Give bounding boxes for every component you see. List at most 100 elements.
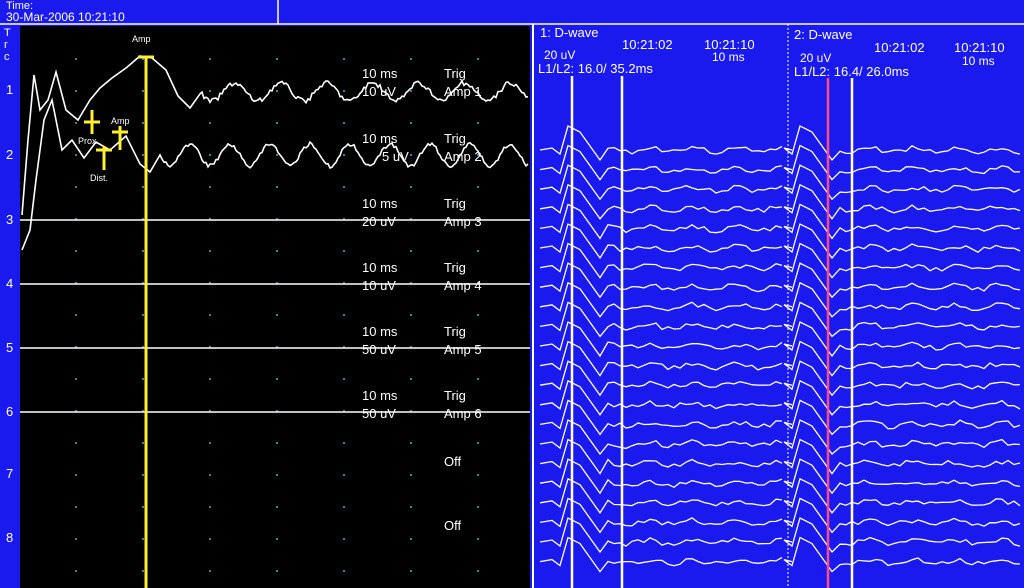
trace-number: 7	[6, 466, 13, 481]
grid-dot	[343, 378, 345, 380]
channel-gain: 10 uV	[362, 278, 396, 293]
grid-dot	[410, 154, 412, 156]
grid-dot	[75, 570, 77, 572]
panel-1-sweep	[539, 242, 783, 279]
grid-dot	[410, 378, 412, 380]
panel-2-sweep	[783, 321, 1021, 358]
channel-name: Amp 4	[444, 278, 482, 293]
trace-number: 4	[6, 276, 13, 291]
grid-dot	[75, 90, 77, 92]
channel-name: Amp 6	[444, 406, 482, 421]
grid-dot	[477, 538, 479, 540]
panel-2-sweep	[783, 281, 1021, 318]
grid-dot	[477, 122, 479, 124]
channel-timebase: 10 ms	[362, 388, 398, 403]
grid-dot	[343, 442, 345, 444]
channel-trigger: Trig	[444, 66, 466, 81]
channel-name: Amp 2	[444, 149, 482, 164]
channel-name: Amp 5	[444, 342, 482, 357]
channel-timebase: 10 ms	[362, 196, 398, 211]
grid-dot	[209, 90, 211, 92]
grid-dot	[209, 154, 211, 156]
trace-plot-area[interactable]	[20, 26, 530, 588]
panel-1-sweep	[539, 262, 783, 299]
grid-dot	[477, 570, 479, 572]
panel-2-sweep	[783, 125, 1021, 162]
grid-dot	[343, 154, 345, 156]
panel-1-sweep	[539, 477, 783, 514]
grid-dot	[75, 314, 77, 316]
grid-dot	[410, 538, 412, 540]
grid-dot	[75, 378, 77, 380]
grid-dot	[477, 250, 479, 252]
channel-name: Amp 3	[444, 214, 482, 229]
grid-dot	[477, 506, 479, 508]
grid-dot	[276, 378, 278, 380]
panel-2-latency: L1/L2: 16.4/ 26.0ms	[794, 64, 909, 79]
grid-dot	[142, 186, 144, 188]
grid-dot	[209, 186, 211, 188]
grid-dot	[142, 154, 144, 156]
grid-dot	[209, 122, 211, 124]
grid-dot	[209, 538, 211, 540]
trace-number: 6	[6, 404, 13, 419]
channel-gain: 10 uV	[362, 84, 396, 99]
grid-dot	[477, 314, 479, 316]
grid-dot	[276, 474, 278, 476]
grid-dot	[477, 186, 479, 188]
emg-monitor-screen: Time: 30-Mar-2006 10:21:10 T r c 1234567…	[0, 0, 1024, 588]
grid-dot	[410, 474, 412, 476]
panel-2-timebase: 10 ms	[962, 54, 995, 68]
grid-dot	[410, 90, 412, 92]
channel-status: Off	[444, 518, 461, 533]
panel-2-sweep	[783, 419, 1021, 455]
grid-dot	[343, 122, 345, 124]
grid-dot	[477, 474, 479, 476]
header-bar	[0, 0, 1024, 24]
trace-axis-label-c: c	[4, 51, 10, 63]
grid-dot	[343, 58, 345, 60]
grid-dot	[142, 474, 144, 476]
panel-2-time-end: 10:21:10	[954, 40, 1005, 55]
grid-dot	[410, 506, 412, 508]
grid-dot	[410, 570, 412, 572]
channel-trigger: Trig	[444, 196, 466, 211]
grid-dot	[142, 538, 144, 540]
grid-dot	[209, 442, 211, 444]
grid-dot	[75, 122, 77, 124]
grid-dot	[276, 90, 278, 92]
panel-1-sweep	[539, 125, 783, 162]
panel-2-gain: 20 uV	[800, 51, 831, 65]
time-value: 30-Mar-2006 10:21:10	[6, 10, 125, 24]
grid-dot	[209, 506, 211, 508]
panel-2-sweep	[783, 399, 1021, 436]
grid-dot	[276, 570, 278, 572]
grid-dot	[142, 506, 144, 508]
grid-dot	[276, 154, 278, 156]
grid-dot	[75, 186, 77, 188]
panel-2-sweep	[783, 242, 1021, 279]
panel-1-sweep	[539, 438, 783, 475]
grid-dot	[276, 506, 278, 508]
grid-dot	[477, 58, 479, 60]
grid-dot	[142, 90, 144, 92]
panel-2-title: 2: D-wave	[794, 27, 853, 42]
grid-dot	[209, 378, 211, 380]
panel-2-header: 2: D-wave 20 uV 10:21:02 10:21:10 10 ms …	[794, 27, 1005, 79]
panel-stacked-traces	[539, 125, 1021, 573]
channel-gain: 20 uV	[362, 214, 396, 229]
grid-dot	[343, 570, 345, 572]
channel-timebase: 10 ms	[362, 66, 398, 81]
channel-timebase: 10 ms	[362, 324, 398, 339]
trace-number-column: 1 2 3 4 5 6 7 8	[6, 82, 13, 545]
grid-dot	[209, 570, 211, 572]
panel-1-timebase: 10 ms	[712, 50, 745, 64]
grid-dot	[343, 538, 345, 540]
panel-2-sweep	[783, 340, 1021, 377]
grid-dot	[343, 506, 345, 508]
amp-marker-label: Amp	[111, 116, 130, 126]
channel-status: Off	[444, 454, 461, 469]
grid-dot	[142, 378, 144, 380]
grid-dot	[142, 442, 144, 444]
grid-dot	[75, 250, 77, 252]
